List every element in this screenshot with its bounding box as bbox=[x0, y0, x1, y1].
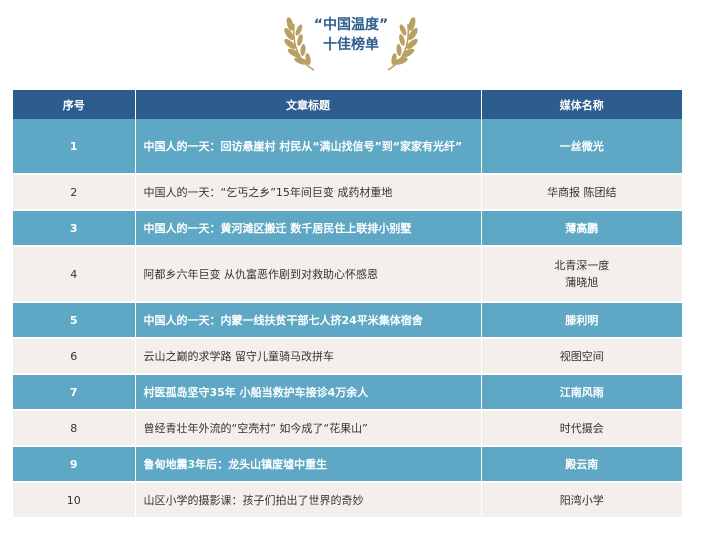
table-row: 5 中国人的一天：内蒙一线扶贫干部七人挤24平米集体宿舍 滕利明 bbox=[13, 302, 682, 339]
article-title: 山区小学的摄影课：孩子们拍出了世界的奇妙 bbox=[135, 482, 482, 519]
media-name: 薄高鹏 bbox=[481, 210, 682, 247]
row-number: 6 bbox=[13, 338, 136, 375]
article-title: 中国人的一天：内蒙一线扶贫干部七人挤24平米集体宿舍 bbox=[135, 302, 482, 339]
article-title: 阿都乡六年巨变 从仇富恶作剧到对救助心怀感恩 bbox=[135, 246, 482, 303]
article-title: 村医孤岛坚守35年 小船当救护车接诊4万余人 bbox=[135, 374, 482, 411]
table-row: 9 鲁甸地震3年后：龙头山镇废墟中重生 殿云南 bbox=[13, 446, 682, 483]
column-header-number: 序号 bbox=[13, 90, 136, 119]
media-name: 时代摄会 bbox=[481, 410, 682, 447]
media-name: 江南风雨 bbox=[481, 374, 682, 411]
row-number: 3 bbox=[13, 210, 136, 247]
row-number: 1 bbox=[13, 119, 136, 175]
table-body: 1 中国人的一天：回访悬崖村 村民从“满山找信号”到“家家有光纤” 一丝微光 2 中国人… bbox=[13, 119, 682, 519]
laurel-right-icon bbox=[387, 17, 418, 71]
column-header-media: 媒体名称 bbox=[481, 90, 682, 119]
table-row: 2 中国人的一天：“乞丐之乡”15年间巨变 成药材重地 华商报 陈团结 bbox=[13, 174, 682, 211]
row-number: 2 bbox=[13, 174, 136, 211]
table-row: 10 山区小学的摄影课：孩子们拍出了世界的奇妙 阳湾小学 bbox=[13, 482, 682, 519]
media-name: 一丝微光 bbox=[481, 119, 682, 175]
row-number: 4 bbox=[13, 246, 136, 303]
row-number: 9 bbox=[13, 446, 136, 483]
article-title: 中国人的一天：“乞丐之乡”15年间巨变 成药材重地 bbox=[135, 174, 482, 211]
article-title: 中国人的一天：回访悬崖村 村民从“满山找信号”到“家家有光纤” bbox=[135, 119, 482, 175]
table-row: 6 云山之巅的求学路 留守儿童骑马改拼车 视图空间 bbox=[13, 338, 682, 375]
table-row: 4 阿都乡六年巨变 从仇富恶作剧到对救助心怀感恩 北青深一度 蒲晓旭 bbox=[13, 246, 682, 303]
table-row: 1 中国人的一天：回访悬崖村 村民从“满山找信号”到“家家有光纤” 一丝微光 bbox=[13, 119, 682, 175]
row-number: 10 bbox=[13, 482, 136, 519]
article-title: 鲁甸地震3年后：龙头山镇废墟中重生 bbox=[135, 446, 482, 483]
ranking-table: 序号 文章标题 媒体名称 1 中国人的一天：回访悬崖村 村民从“满山找信号”到“家… bbox=[13, 90, 682, 519]
article-title: 中国人的一天：黄河滩区搬迁 数千居民住上联排小别墅 bbox=[135, 210, 482, 247]
table-row: 3 中国人的一天：黄河滩区搬迁 数千居民住上联排小别墅 薄高鹏 bbox=[13, 210, 682, 247]
article-title: 云山之巅的求学路 留守儿童骑马改拼车 bbox=[135, 338, 482, 375]
table-row: 8 曾经青壮年外流的“空壳村” 如今成了“花果山” 时代摄会 bbox=[13, 410, 682, 447]
row-number: 5 bbox=[13, 302, 136, 339]
media-name: 视图空间 bbox=[481, 338, 682, 375]
media-name: 殿云南 bbox=[481, 446, 682, 483]
media-name: 北青深一度 蒲晓旭 bbox=[481, 246, 682, 303]
page-header: “中国温度” 十佳榜单 bbox=[0, 0, 703, 90]
row-number: 8 bbox=[13, 410, 136, 447]
article-title: 曾经青壮年外流的“空壳村” 如今成了“花果山” bbox=[135, 410, 482, 447]
media-name: 华商报 陈团结 bbox=[481, 174, 682, 211]
row-number: 7 bbox=[13, 374, 136, 411]
column-header-title: 文章标题 bbox=[135, 90, 482, 119]
media-name: 阳湾小学 bbox=[481, 482, 682, 519]
table-header-row: 序号 文章标题 媒体名称 bbox=[13, 90, 682, 119]
table-row: 7 村医孤岛坚守35年 小船当救护车接诊4万余人 江南风雨 bbox=[13, 374, 682, 411]
media-name: 滕利明 bbox=[481, 302, 682, 339]
